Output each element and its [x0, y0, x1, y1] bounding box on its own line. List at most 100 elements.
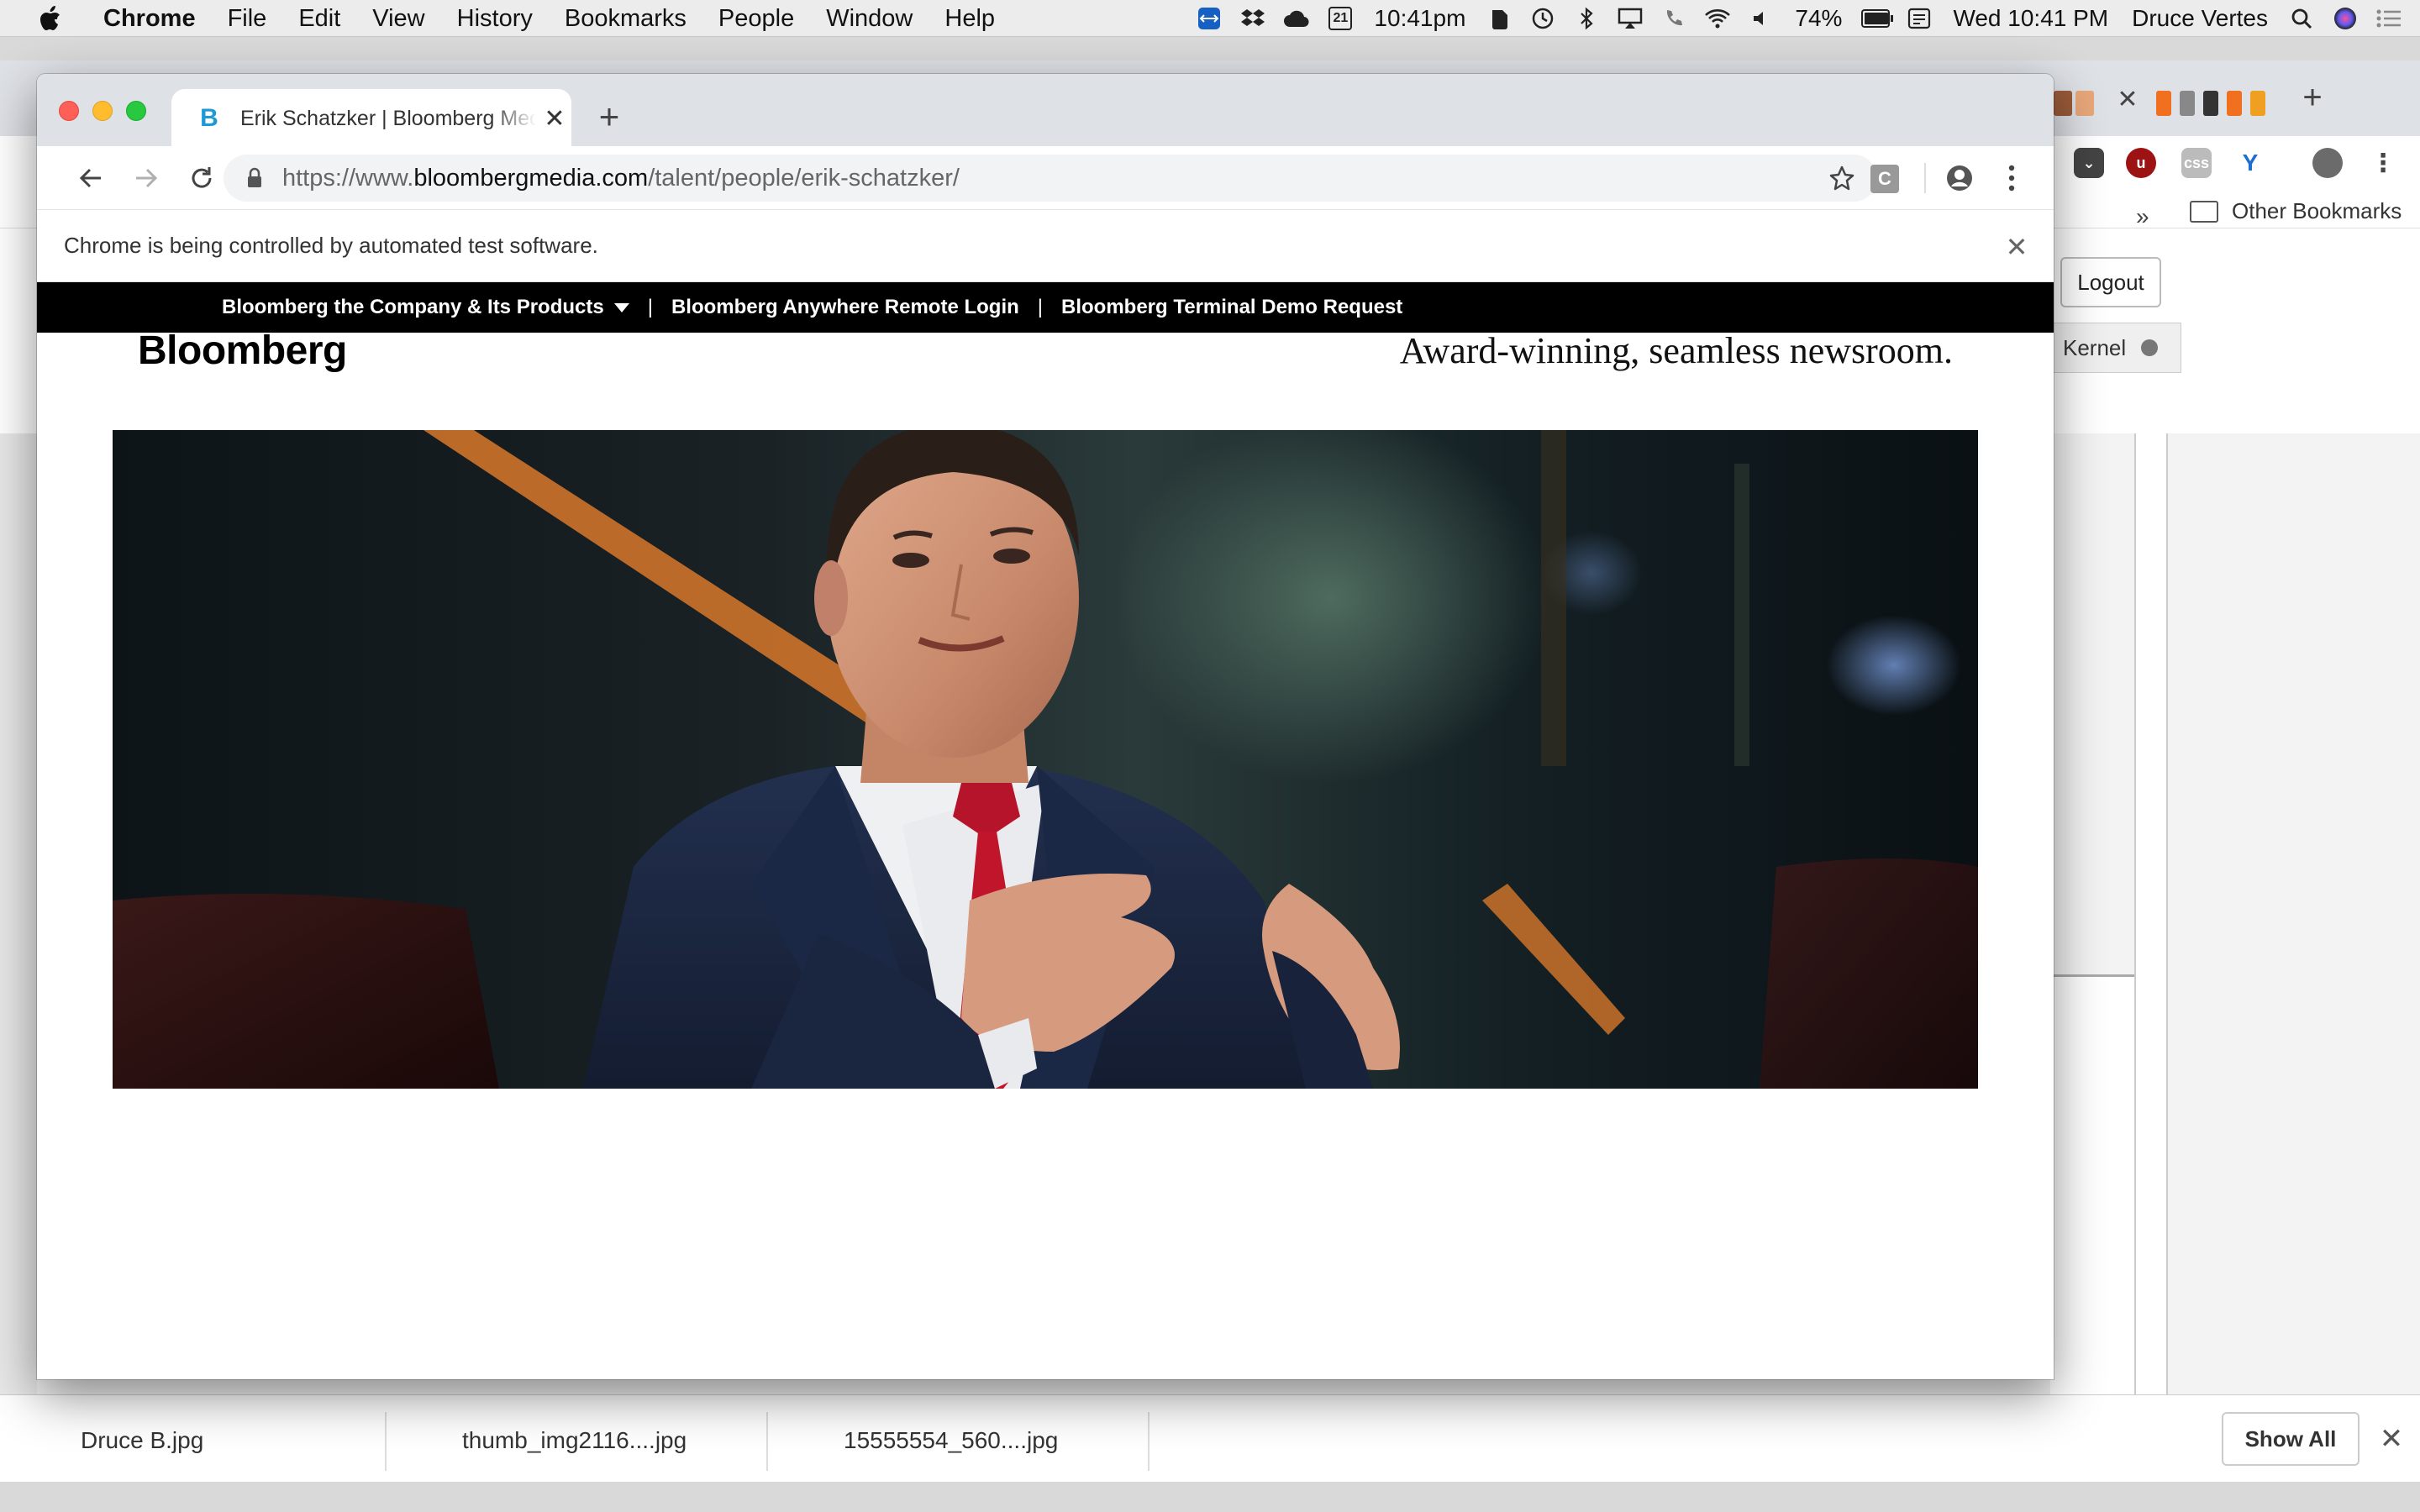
- download-item[interactable]: 15555554_560....jpg: [844, 1427, 1121, 1461]
- kernel-label: Kernel: [2063, 334, 2127, 360]
- browser-toolbar: https://www.bloombergmedia.com/talent/pe…: [37, 146, 2054, 210]
- download-item[interactable]: Druce B.jpg: [81, 1427, 333, 1461]
- background-tab-favicon[interactable]: [2075, 91, 2094, 116]
- menu-file[interactable]: File: [212, 0, 283, 37]
- extension-c-icon[interactable]: C: [1870, 165, 1899, 193]
- background-menu-icon[interactable]: ⋮: [2368, 148, 2398, 178]
- background-tab-favicon[interactable]: [2250, 91, 2265, 116]
- show-all-downloads-button[interactable]: Show All: [2222, 1412, 2360, 1466]
- ublock-extension-icon[interactable]: u: [2126, 148, 2156, 178]
- apple-menu-icon[interactable]: [30, 0, 71, 37]
- siri-icon[interactable]: [2331, 6, 2360, 31]
- reload-icon[interactable]: [182, 158, 222, 198]
- menu-window[interactable]: Window: [810, 0, 929, 37]
- logout-button[interactable]: Logout: [2060, 257, 2161, 307]
- background-tab-favicon[interactable]: [2227, 91, 2242, 116]
- profile-avatar-icon[interactable]: [1943, 161, 1976, 195]
- evernote-icon[interactable]: [1485, 6, 1513, 31]
- background-scroll-pane[interactable]: [2134, 433, 2168, 1394]
- menubar-clock[interactable]: Wed 10:41 PM: [1953, 5, 2108, 32]
- address-bar[interactable]: https://www.bloombergmedia.com/talent/pe…: [224, 155, 1877, 202]
- window-zoom-button[interactable]: [126, 101, 146, 121]
- download-separator: [385, 1412, 387, 1471]
- lock-icon[interactable]: [244, 164, 266, 192]
- tab-title: Erik Schatzker | Bloomberg Media: [240, 106, 536, 130]
- background-tab-favicon[interactable]: [2203, 91, 2218, 116]
- tab-erik-schatzker[interactable]: B Erik Schatzker | Bloomberg Media ✕: [171, 89, 571, 148]
- cloud-sync-icon[interactable]: [1282, 6, 1311, 31]
- background-profile-avatar[interactable]: [2312, 148, 2343, 178]
- forward-arrow-icon[interactable]: [126, 158, 166, 198]
- url-text: https://www.bloombergmedia.com/talent/pe…: [282, 165, 960, 192]
- menu-people[interactable]: People: [702, 0, 810, 37]
- nav-company-products-link[interactable]: Bloomberg the Company & Its Products: [222, 296, 629, 319]
- chrome-menu-icon[interactable]: [1995, 161, 2028, 195]
- page-content: Bloomberg the Company & Its Products | B…: [37, 282, 2054, 1379]
- notification-center-icon[interactable]: [2375, 6, 2403, 31]
- window-minimize-button[interactable]: [92, 101, 113, 121]
- bloomberg-favicon-icon: B: [200, 104, 218, 132]
- menu-view[interactable]: View: [356, 0, 440, 37]
- menubar-user-name[interactable]: Druce Vertes: [2132, 5, 2268, 32]
- downloads-bar: Druce B.jpg thumb_img2116....jpg 1555555…: [0, 1394, 2420, 1482]
- pocket-extension-icon[interactable]: ⌄: [2074, 148, 2104, 178]
- phone-icon[interactable]: [1660, 6, 1688, 31]
- menubar-time-short[interactable]: 10:41pm: [1374, 5, 1465, 32]
- nav-remote-login-link[interactable]: Bloomberg Anywhere Remote Login: [671, 296, 1019, 319]
- browser-window: B Erik Schatzker | Bloomberg Media ✕ + h…: [37, 74, 2054, 1379]
- input-menu-icon[interactable]: [1905, 6, 1933, 31]
- background-new-tab-icon[interactable]: +: [2294, 79, 2331, 116]
- menu-help[interactable]: Help: [929, 0, 1011, 37]
- css-extension-icon[interactable]: css: [2181, 148, 2212, 178]
- automation-infobar: Chrome is being controlled by automated …: [37, 210, 2054, 282]
- battery-icon[interactable]: [1861, 6, 1894, 31]
- tab-close-icon[interactable]: ✕: [541, 105, 568, 133]
- infobar-close-icon[interactable]: ✕: [2000, 230, 2033, 264]
- new-tab-icon[interactable]: +: [590, 97, 629, 136]
- time-machine-icon[interactable]: [1528, 6, 1557, 31]
- spotlight-search-icon[interactable]: [2287, 6, 2316, 31]
- back-arrow-icon[interactable]: [71, 158, 111, 198]
- teamviewer-icon[interactable]: [1195, 6, 1223, 31]
- airplay-icon[interactable]: [1616, 6, 1644, 31]
- kernel-status[interactable]: Kernel: [2050, 323, 2181, 373]
- background-tab-favicon[interactable]: [2156, 91, 2171, 116]
- calendar-day: 21: [1328, 7, 1353, 30]
- downloads-close-icon[interactable]: ✕: [2375, 1420, 2408, 1457]
- background-sub-pane: [2050, 974, 2134, 1394]
- other-bookmarks-label: Other Bookmarks: [2232, 198, 2402, 223]
- menu-edit[interactable]: Edit: [282, 0, 356, 37]
- calendar-icon[interactable]: 21: [1326, 6, 1355, 31]
- volume-icon[interactable]: [1747, 6, 1776, 31]
- bloomberg-logo[interactable]: Bloomberg: [138, 328, 347, 374]
- window-close-button[interactable]: [59, 101, 79, 121]
- background-tab-favicon[interactable]: [2054, 91, 2072, 116]
- background-tab-favicon[interactable]: [2180, 91, 2195, 116]
- hero-photo: [113, 430, 1978, 1089]
- wifi-icon[interactable]: [1703, 6, 1732, 31]
- download-separator: [766, 1412, 768, 1471]
- menu-history[interactable]: History: [441, 0, 549, 37]
- url-host: bloombergmedia.com: [413, 164, 649, 192]
- dropbox-icon[interactable]: [1239, 6, 1267, 31]
- other-bookmarks-button[interactable]: Other Bookmarks: [2190, 198, 2402, 224]
- battery-percent[interactable]: 74%: [1795, 5, 1842, 32]
- bookmark-star-icon[interactable]: [1825, 161, 1859, 195]
- url-prefix: https://www.: [282, 164, 414, 192]
- nav-separator: |: [1037, 296, 1043, 318]
- toolbar-separator: [1924, 163, 1926, 193]
- nav-terminal-demo-link[interactable]: Bloomberg Terminal Demo Request: [1061, 296, 1402, 319]
- menu-bookmarks[interactable]: Bookmarks: [549, 0, 702, 37]
- folder-icon: [2190, 200, 2218, 223]
- bluetooth-icon[interactable]: [1572, 6, 1601, 31]
- background-tab-close-icon[interactable]: ✕: [2111, 82, 2144, 116]
- url-path: /talent/people/erik-schatzker/: [648, 164, 960, 192]
- more-bookmarks-chevron-icon[interactable]: »: [2136, 203, 2149, 230]
- v-extension-icon[interactable]: Y: [2235, 148, 2265, 178]
- menu-app-name[interactable]: Chrome: [87, 0, 212, 37]
- bloomberg-top-nav: Bloomberg the Company & Its Products | B…: [37, 282, 2054, 333]
- page-tagline: Award-winning, seamless newsroom.: [1399, 330, 1953, 371]
- download-item[interactable]: thumb_img2116....jpg: [462, 1427, 739, 1461]
- background-left-edge: [0, 433, 37, 1394]
- dropdown-caret-icon: [613, 302, 629, 312]
